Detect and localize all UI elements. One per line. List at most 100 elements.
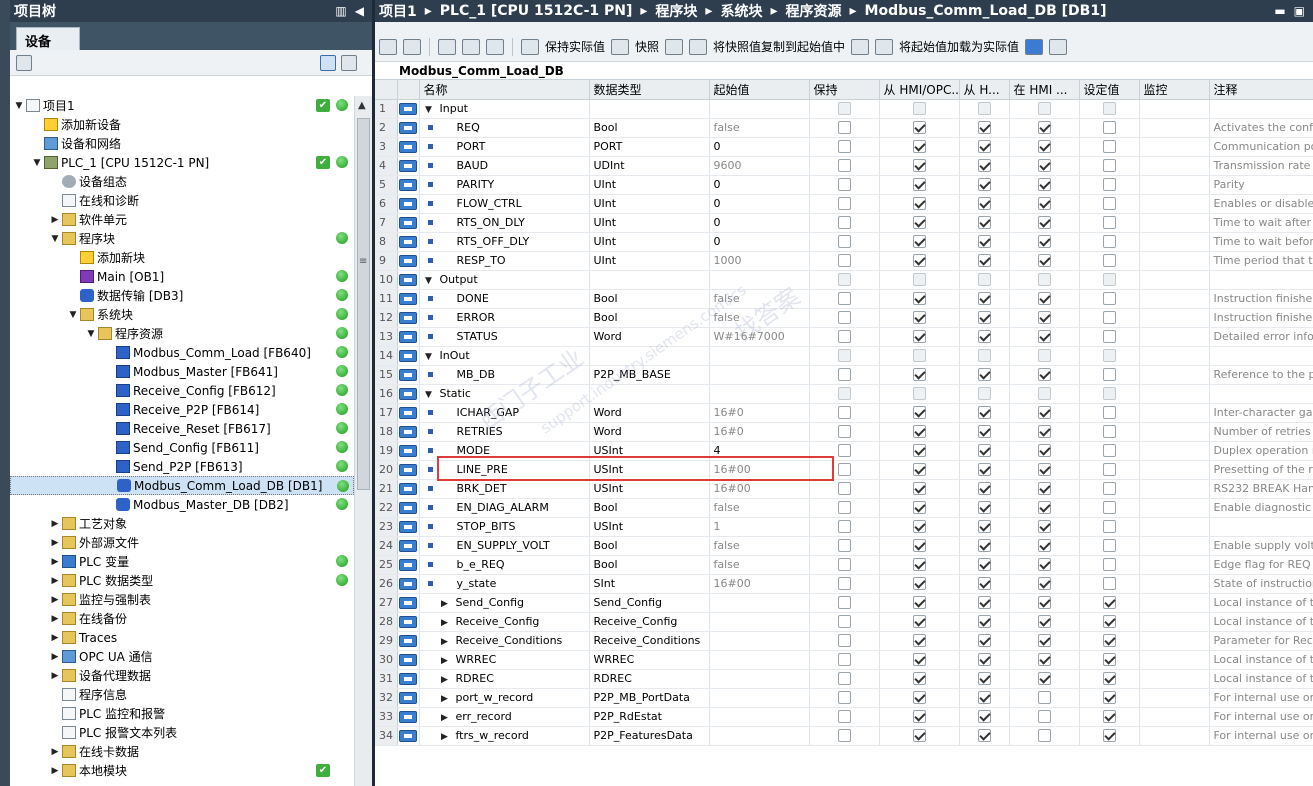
start-value-cell[interactable]: 1 [709, 517, 810, 537]
comment-cell[interactable]: Enable supply volt [1209, 536, 1313, 556]
comment-cell[interactable] [1209, 384, 1313, 404]
retain-checkbox[interactable] [837, 102, 851, 116]
retain-checkbox[interactable] [837, 729, 851, 743]
section-collapse-icon[interactable]: ▼ [424, 390, 434, 400]
retain-checkbox[interactable] [837, 577, 851, 591]
table-row[interactable]: 6 FLOW_CTRL UInt 0 Enables or disable [375, 194, 1313, 214]
setpoint-checkbox[interactable] [1102, 634, 1116, 648]
tree-item[interactable]: 数据传输 [DB3] [10, 286, 354, 305]
name-cell[interactable]: ▶ Send_Config [419, 593, 590, 613]
checkbox-cell[interactable] [959, 403, 1010, 423]
checkbox-cell[interactable] [879, 384, 960, 404]
struct-expand-icon[interactable]: ▶ [440, 637, 450, 647]
start-value-cell[interactable]: 16#0 [709, 403, 810, 423]
writable-from-hmi-checkbox[interactable] [977, 729, 991, 743]
accessible-from-hmi-checkbox[interactable] [912, 596, 926, 610]
retain-checkbox[interactable] [837, 691, 851, 705]
name-cell[interactable]: ▼ Static [419, 384, 590, 404]
visible-in-hmi-checkbox[interactable] [1037, 349, 1051, 363]
writable-from-hmi-checkbox[interactable] [977, 349, 991, 363]
setpoint-checkbox[interactable] [1102, 311, 1116, 325]
setpoint-checkbox[interactable] [1102, 102, 1116, 116]
checkbox-cell[interactable] [959, 441, 1010, 461]
data-type-cell[interactable]: Bool [589, 536, 710, 556]
visible-in-hmi-checkbox[interactable] [1037, 653, 1051, 667]
checkbox-cell[interactable] [1009, 365, 1080, 385]
checkbox-cell[interactable] [959, 270, 1010, 290]
expand-arrow-icon[interactable]: ▶ [50, 747, 60, 757]
checkbox-cell[interactable] [879, 441, 960, 461]
table-row[interactable]: 29 ▶ Receive_Conditions Receive_Conditions P… [375, 631, 1313, 651]
data-type-cell[interactable]: P2P_RdEstat [589, 707, 710, 727]
checkbox-cell[interactable] [879, 365, 960, 385]
start-value-cell[interactable]: 16#00 [709, 574, 810, 594]
name-cell[interactable]: RESP_TO [419, 251, 590, 271]
snapshot-button[interactable]: 快照 [635, 38, 659, 55]
checkbox-cell[interactable] [1009, 213, 1080, 233]
visible-in-hmi-checkbox[interactable] [1037, 615, 1051, 629]
start-value-cell[interactable]: 16#00 [709, 460, 810, 480]
comment-cell[interactable] [1209, 99, 1313, 119]
checkbox-cell[interactable] [1079, 631, 1140, 651]
checkbox-cell[interactable] [1009, 707, 1080, 727]
writable-from-hmi-checkbox[interactable] [977, 444, 991, 458]
comment-cell[interactable]: Local instance of t [1209, 669, 1313, 689]
checkbox-cell[interactable] [1009, 612, 1080, 632]
collapse-arrow-icon[interactable]: ▼ [50, 234, 60, 244]
table-row[interactable]: 13 STATUS Word W#16#7000 Detailed error info [375, 327, 1313, 347]
accessible-from-hmi-checkbox[interactable] [912, 216, 926, 230]
checkbox-cell[interactable] [879, 156, 960, 176]
retain-checkbox[interactable] [837, 349, 851, 363]
comment-cell[interactable]: RS232 BREAK Hand [1209, 479, 1313, 499]
name-cell[interactable]: ERROR [419, 308, 590, 328]
checkbox-cell[interactable] [1009, 536, 1080, 556]
restore-icon[interactable]: ▣ [1294, 4, 1305, 18]
tree-item[interactable]: ▶ 在线卡数据 [10, 742, 354, 761]
data-type-cell[interactable]: Word [589, 327, 710, 347]
writable-from-hmi-checkbox[interactable] [977, 577, 991, 591]
visible-in-hmi-checkbox[interactable] [1037, 159, 1051, 173]
comment-cell[interactable]: Time to wait after [1209, 213, 1313, 233]
writable-from-hmi-checkbox[interactable] [977, 140, 991, 154]
checkbox-cell[interactable] [959, 726, 1010, 746]
visible-in-hmi-checkbox[interactable] [1037, 501, 1051, 515]
visible-in-hmi-checkbox[interactable] [1037, 254, 1051, 268]
checkbox-cell[interactable] [1079, 612, 1140, 632]
table-row[interactable]: 16 ▼ Static [375, 384, 1313, 404]
checkbox-cell[interactable] [879, 308, 960, 328]
data-type-cell[interactable]: WRREC [589, 650, 710, 670]
checkbox-cell[interactable] [1079, 460, 1140, 480]
retain-checkbox[interactable] [837, 387, 851, 401]
start-value-cell[interactable] [709, 270, 810, 290]
writable-from-hmi-checkbox[interactable] [977, 159, 991, 173]
checkbox-cell[interactable] [809, 707, 880, 727]
checkbox-cell[interactable] [1079, 536, 1140, 556]
data-type-cell[interactable]: Bool [589, 289, 710, 309]
retain-checkbox[interactable] [837, 235, 851, 249]
data-type-cell[interactable]: Bool [589, 498, 710, 518]
checkbox-cell[interactable] [809, 612, 880, 632]
data-type-cell[interactable]: UInt [589, 175, 710, 195]
visible-in-hmi-checkbox[interactable] [1037, 235, 1051, 249]
column-header[interactable]: 注释 [1209, 80, 1313, 100]
tree-item[interactable]: ▶ 外部源文件 [10, 533, 354, 552]
checkbox-cell[interactable] [809, 194, 880, 214]
checkbox-cell[interactable] [809, 517, 880, 537]
detail-view-icon[interactable] [320, 55, 336, 71]
setpoint-checkbox[interactable] [1102, 292, 1116, 306]
checkbox-cell[interactable] [959, 707, 1010, 727]
checkbox-cell[interactable] [1079, 270, 1140, 290]
writable-from-hmi-checkbox[interactable] [977, 368, 991, 382]
checkbox-cell[interactable] [809, 726, 880, 746]
column-header[interactable]: 起始值 [709, 80, 810, 100]
checkbox-cell[interactable] [879, 422, 960, 442]
checkbox-cell[interactable] [879, 270, 960, 290]
setpoint-checkbox[interactable] [1102, 615, 1116, 629]
comment-cell[interactable]: State of instruction [1209, 574, 1313, 594]
snapshot-icon[interactable] [611, 38, 630, 55]
checkbox-cell[interactable] [809, 365, 880, 385]
checkbox-cell[interactable] [809, 688, 880, 708]
checkbox-cell[interactable] [1009, 498, 1080, 518]
table-row[interactable]: 1 ▼ Input [375, 99, 1313, 119]
visible-in-hmi-checkbox[interactable] [1037, 102, 1051, 116]
